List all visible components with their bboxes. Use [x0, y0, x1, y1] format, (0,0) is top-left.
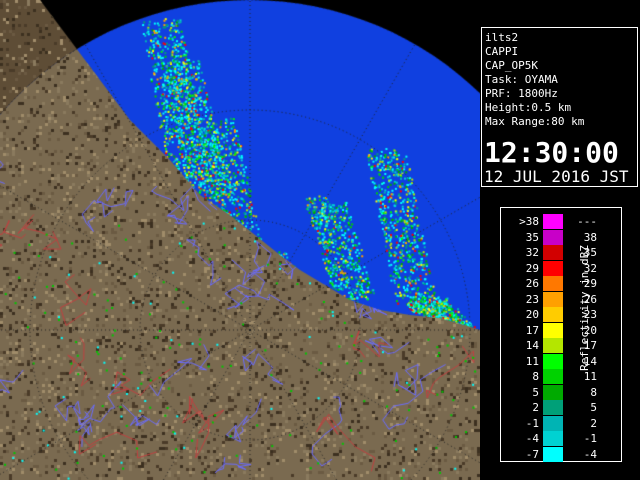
legend-color-swatch	[543, 353, 563, 369]
legend-row: -7 -4	[507, 446, 597, 462]
legend-color-swatch	[543, 415, 563, 431]
legend-row: -1 2	[507, 415, 597, 431]
legend-low-value: 32	[525, 246, 539, 259]
info-task: Task: OYAMA	[485, 73, 558, 86]
legend-low-value: 23	[525, 292, 539, 306]
info-prf: PRF: 1800Hz	[485, 87, 558, 100]
legend-color-swatch	[543, 307, 563, 322]
legend-color-swatch	[543, 431, 563, 446]
info-height: Height:0.5 km	[485, 101, 572, 114]
observation-date: 12 JUL 2016 JST	[484, 167, 629, 186]
legend-color-swatch	[543, 276, 563, 291]
legend-color-swatch	[543, 245, 563, 260]
legend-high-value: 2	[590, 416, 597, 430]
radar-map[interactable]	[0, 0, 480, 480]
legend-color-swatch	[543, 322, 563, 338]
legend-low-value: 2	[532, 401, 539, 414]
legend-color-swatch	[543, 369, 563, 384]
legend-low-value: 5	[532, 385, 539, 399]
legend-low-value: 8	[532, 370, 539, 383]
legend-low-value: -4	[525, 432, 539, 445]
legend-color-swatch	[543, 229, 563, 245]
legend-row: -4 -1	[507, 431, 597, 446]
legend-low-value: 17	[525, 323, 539, 337]
observation-time: 12:30:00	[484, 136, 619, 169]
legend-low-value: -1	[525, 416, 539, 430]
info-max-range: Max Range:80 km	[485, 115, 585, 128]
legend-color-swatch	[543, 446, 563, 462]
legend-color-swatch	[543, 291, 563, 307]
legend-high-value: -1	[583, 432, 597, 445]
legend-low-value: 29	[525, 261, 539, 275]
info-station: ilts2	[485, 31, 519, 44]
legend-high-value: -4	[583, 447, 597, 461]
legend-low-value: -7	[525, 447, 539, 461]
info-scan-name: CAP_OP5K	[485, 59, 538, 72]
radar-info-panel: ilts2 CAPPI CAP_OP5K Task: OYAMA PRF: 18…	[481, 27, 638, 187]
legend-color-swatch	[543, 260, 563, 276]
legend-low-value: 14	[525, 339, 539, 352]
reflectivity-legend: >38 --- 35 38 32 35 29 32 26 29 23 26 20 23 17 20 14 17 11…	[500, 207, 622, 462]
legend-low-value: 35	[525, 230, 539, 244]
legend-color-swatch	[543, 338, 563, 353]
legend-low-value: 20	[525, 308, 539, 321]
legend-unit-label: Reflectivity in dBZ	[578, 245, 591, 371]
legend-color-swatch	[543, 214, 563, 229]
legend-low-value: >38	[519, 215, 539, 228]
legend-low-value: 11	[525, 354, 539, 368]
legend-color-swatch	[543, 400, 563, 415]
info-product: CAPPI	[485, 45, 519, 58]
legend-color-swatch	[543, 384, 563, 400]
legend-low-value: 26	[525, 277, 539, 290]
